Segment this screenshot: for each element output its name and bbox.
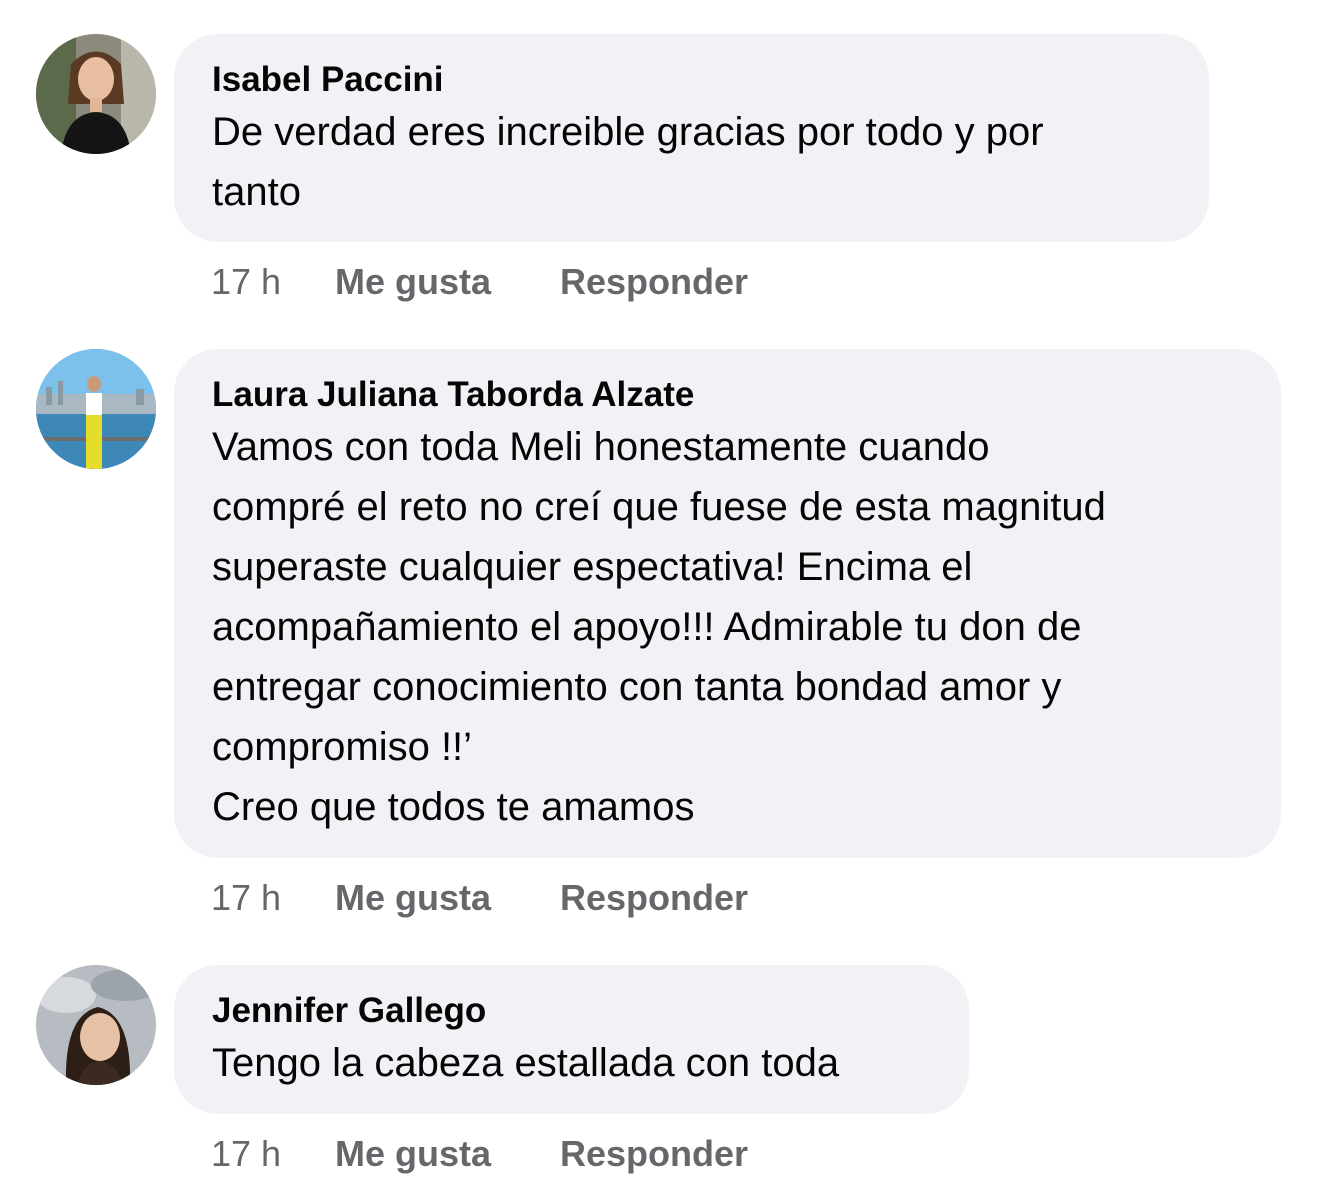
comment-text: Tengo la cabeza estallada con toda xyxy=(212,1033,931,1093)
comment-text-line: De verdad eres increible gracias por tod… xyxy=(212,110,1044,154)
comment-bubble: Laura Juliana Taborda Alzate Vamos con t… xyxy=(174,349,1281,858)
like-button[interactable]: Me gusta xyxy=(335,1134,560,1174)
comment-actions: 17 h Me gusta Responder xyxy=(211,878,748,918)
comment-actions: 17 h Me gusta Responder xyxy=(211,1134,748,1174)
profile-photo-icon xyxy=(36,34,156,154)
comment-author[interactable]: Isabel Paccini xyxy=(212,60,1171,100)
comment-text-line: superaste cualquier espectativa! Encima … xyxy=(212,545,973,589)
profile-photo-icon xyxy=(36,349,156,469)
comment-text-line: acompañamiento el apoyo!!! Admirable tu … xyxy=(212,605,1082,649)
comment-author[interactable]: Laura Juliana Taborda Alzate xyxy=(212,375,1243,415)
comment-timestamp[interactable]: 17 h xyxy=(211,1134,335,1174)
avatar[interactable] xyxy=(36,349,156,469)
avatar[interactable] xyxy=(36,34,156,154)
profile-photo-icon xyxy=(36,965,156,1085)
comment-actions: 17 h Me gusta Responder xyxy=(211,262,748,302)
reply-button[interactable]: Responder xyxy=(560,262,748,302)
reply-button[interactable]: Responder xyxy=(560,878,748,918)
like-button[interactable]: Me gusta xyxy=(335,262,560,302)
comment-bubble: Jennifer Gallego Tengo la cabeza estalla… xyxy=(174,965,969,1114)
comment-text: Vamos con toda Meli honestamente cuando … xyxy=(212,417,1243,837)
comment-text-line: compromiso !!’ xyxy=(212,725,473,769)
comment-timestamp[interactable]: 17 h xyxy=(211,262,335,302)
reply-button[interactable]: Responder xyxy=(560,1134,748,1174)
comment-text-line: entregar conocimiento con tanta bondad a… xyxy=(212,665,1062,709)
comment-text-line: Creo que todos te amamos xyxy=(212,785,695,829)
avatar[interactable] xyxy=(36,965,156,1085)
comment-text: De verdad eres increible gracias por tod… xyxy=(212,102,1171,222)
comment-bubble: Isabel Paccini De verdad eres increible … xyxy=(174,34,1209,242)
comment-author[interactable]: Jennifer Gallego xyxy=(212,991,931,1031)
comment-text-line: Vamos con toda Meli honestamente cuando xyxy=(212,425,990,469)
like-button[interactable]: Me gusta xyxy=(335,878,560,918)
comment-timestamp[interactable]: 17 h xyxy=(211,878,335,918)
comment-text-line: tanto xyxy=(212,170,301,214)
comment-text-line: Tengo la cabeza estallada con toda xyxy=(212,1041,840,1085)
comment-text-line: compré el reto no creí que fuese de esta… xyxy=(212,485,1106,529)
